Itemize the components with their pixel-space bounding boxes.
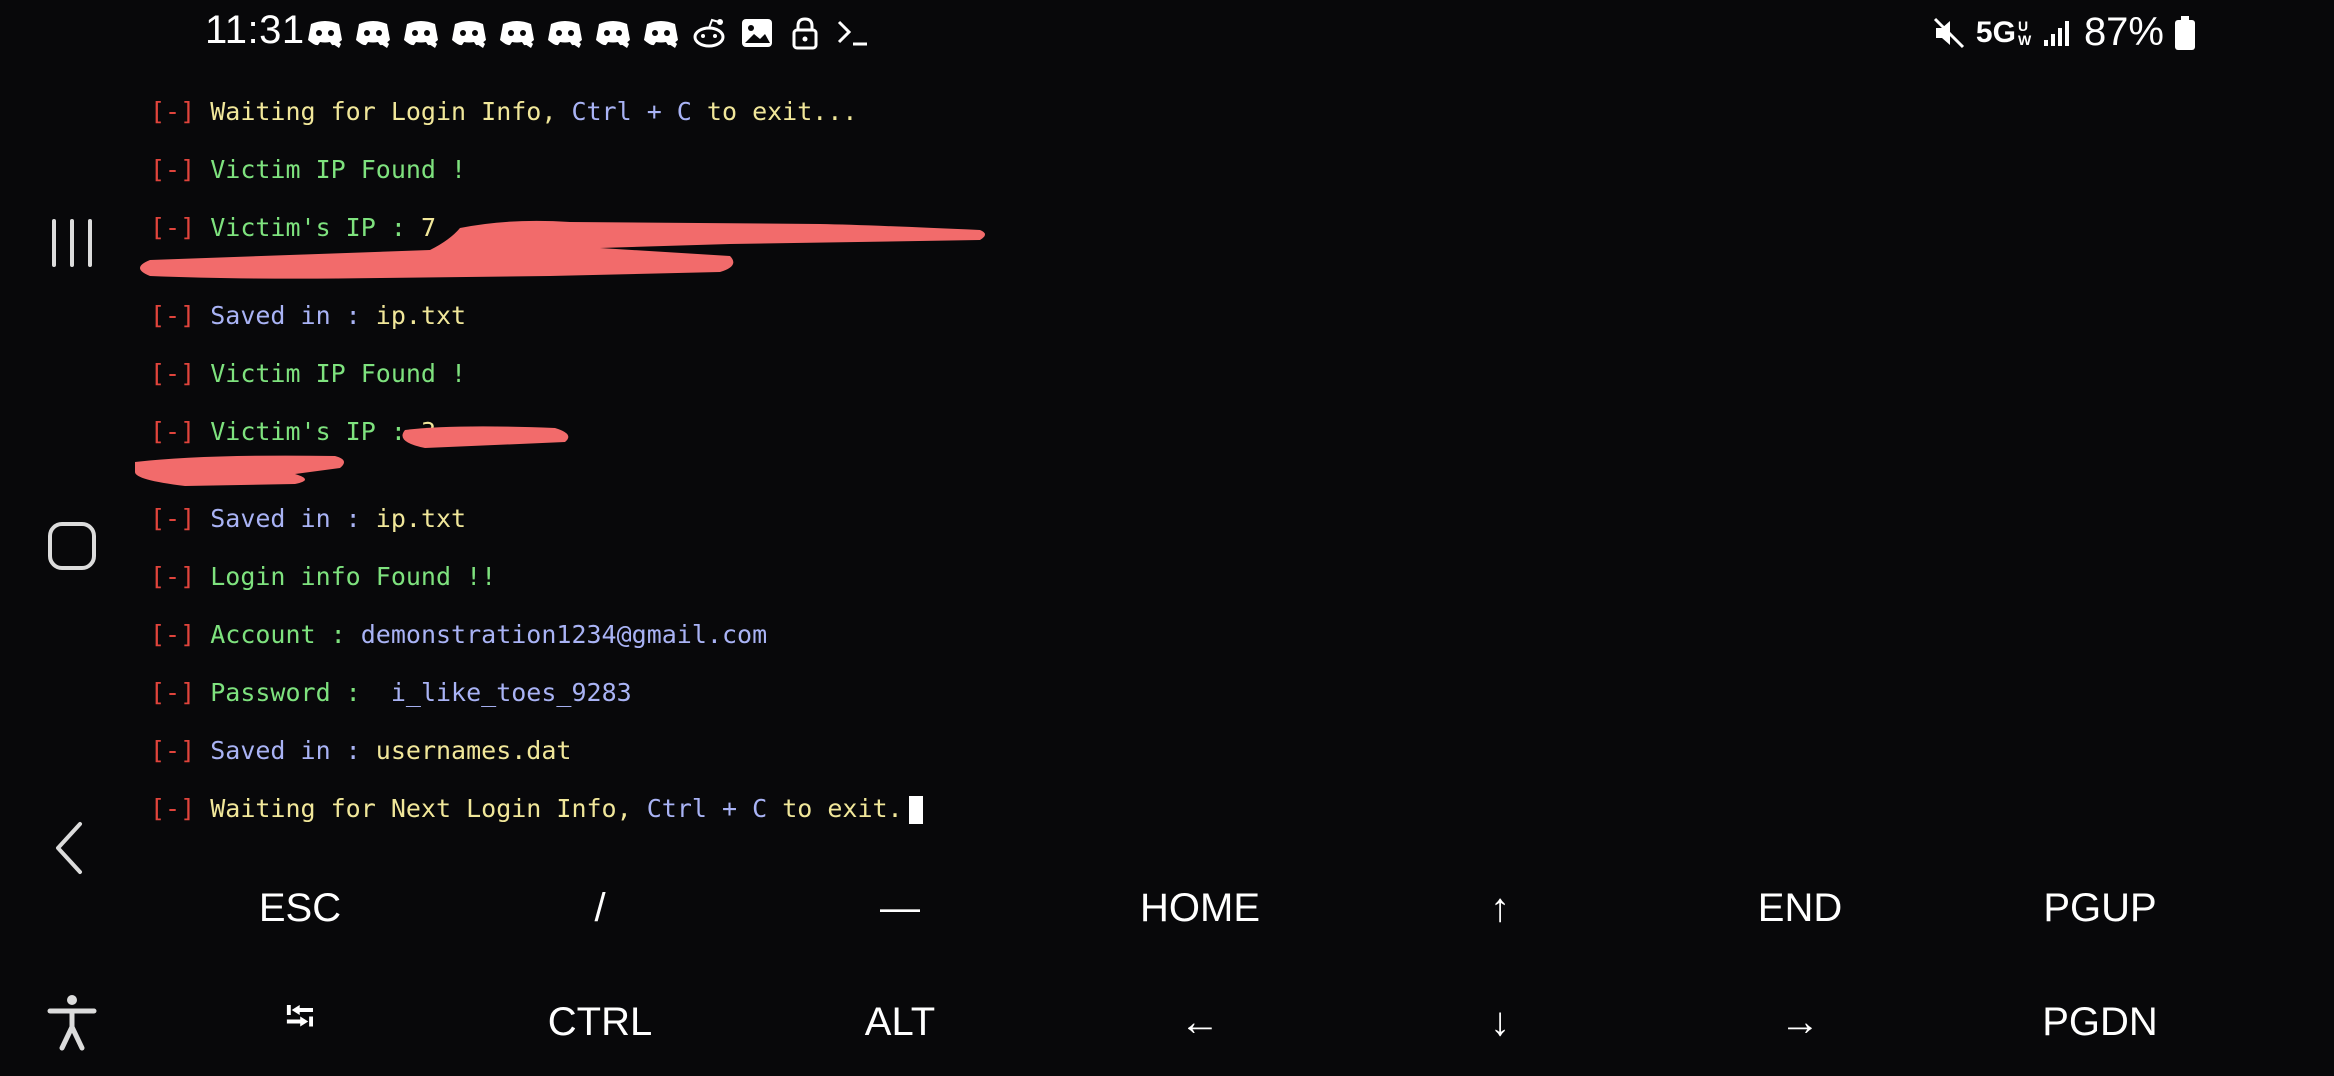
extra-keys-bar: ESC / — HOME ↑ END PGUP ⭾ CTRL ALT ← ↓ →… [150, 858, 2250, 1076]
key-pgdn[interactable]: PGDN [1950, 972, 2250, 1072]
accessibility-icon [47, 995, 97, 1051]
line-text: Password : [210, 678, 376, 707]
terminal-line: [-] Waiting for Next Login Info, Ctrl + … [150, 789, 923, 829]
line-text: Victim's IP : [210, 213, 421, 242]
terminal-line: [-] Saved in : ip.txt [150, 296, 466, 336]
recents-button[interactable] [42, 213, 102, 273]
text-cursor [908, 796, 923, 824]
line-text: Account : [210, 620, 361, 649]
discord-icon [500, 21, 534, 48]
line-prefix: [-] [150, 97, 196, 126]
discord-icon [404, 21, 438, 48]
password-value: i_like_toes_9283 [375, 678, 632, 707]
battery-icon [2175, 15, 2195, 50]
line-text: Victim IP Found ! [210, 359, 467, 388]
terminal-icon [837, 20, 867, 46]
line-keys: Ctrl + C [646, 794, 768, 823]
back-icon [56, 822, 82, 874]
line-prefix: [-] [150, 562, 196, 591]
back-button[interactable] [42, 818, 102, 878]
key-right[interactable]: → [1650, 972, 1950, 1072]
terminal-line: [-] Saved in : usernames.dat [150, 731, 571, 771]
status-right: 5G UW 87% [1932, 10, 2196, 55]
line-prefix: [-] [150, 504, 196, 533]
home-icon [48, 522, 96, 570]
reddit-icon [693, 18, 725, 48]
lock-icon [792, 17, 818, 50]
home-button[interactable] [42, 516, 102, 576]
file-name: ip.txt [375, 301, 467, 330]
line-keys: Ctrl + C [571, 97, 692, 126]
terminal-line: [-] Victim IP Found ! [150, 150, 466, 190]
terminal-line: [-] Login info Found !! [150, 557, 496, 597]
discord-icon [596, 21, 630, 48]
recents-icon [52, 219, 92, 267]
discord-icon [356, 21, 390, 48]
key-pgup[interactable]: PGUP [1950, 858, 2250, 958]
terminal-line: [-] Victim IP Found ! [150, 354, 466, 394]
line-prefix: [-] [150, 620, 196, 649]
key-dash[interactable]: — [750, 858, 1050, 958]
account-value: demonstration1234@gmail.com [360, 620, 768, 649]
notification-icons [305, 16, 873, 50]
key-slash[interactable]: / [450, 858, 750, 958]
gallery-icon [742, 19, 772, 47]
line-text: Login info Found !! [210, 562, 497, 591]
line-text: Victim IP Found ! [210, 155, 467, 184]
mute-icon [1933, 17, 1964, 48]
clock: 11:31 [205, 8, 305, 52]
terminal-line: [-] Victim's IP : 7 [150, 208, 436, 248]
line-text: Saved in : [210, 301, 376, 330]
line-prefix: [-] [150, 359, 196, 388]
terminal-line: [-] Waiting for Login Info, Ctrl + C to … [150, 92, 857, 132]
ip-value: 7 [420, 213, 436, 242]
key-esc[interactable]: ESC [150, 858, 450, 958]
discord-icon [308, 21, 342, 48]
line-prefix: [-] [150, 155, 196, 184]
key-alt[interactable]: ALT [750, 972, 1050, 1072]
file-name: usernames.dat [375, 736, 572, 765]
line-prefix: [-] [150, 301, 196, 330]
accessibility-button[interactable] [42, 992, 102, 1052]
status-bar: 11:31 5G UW 87% [0, 0, 2334, 70]
line-text-end: to exit. [767, 794, 903, 823]
line-text-end: to exit... [691, 97, 858, 126]
key-ctrl[interactable]: CTRL [450, 972, 750, 1072]
line-prefix: [-] [150, 213, 196, 242]
line-prefix: [-] [150, 794, 196, 823]
terminal-line: [-] Saved in : ip.txt [150, 499, 466, 539]
line-prefix: [-] [150, 736, 196, 765]
network-subtype: UW [2017, 17, 2032, 48]
key-left[interactable]: ← [1050, 972, 1350, 1072]
key-tab[interactable]: ⭾ [150, 972, 450, 1072]
terminal-line: [-] Victim's IP : 3 [150, 412, 436, 452]
key-down[interactable]: ↓ [1350, 972, 1650, 1072]
line-prefix: [-] [150, 678, 196, 707]
line-prefix: [-] [150, 417, 196, 446]
terminal-line: [-] Password : i_like_toes_9283 [150, 673, 632, 713]
line-text: Waiting for Next Login Info, [210, 794, 647, 823]
key-home[interactable]: HOME [1050, 858, 1350, 958]
discord-icon [644, 21, 678, 48]
line-text: Victim's IP : [210, 417, 421, 446]
discord-icon [548, 21, 582, 48]
key-end[interactable]: END [1650, 858, 1950, 958]
key-up[interactable]: ↑ [1350, 858, 1650, 958]
file-name: ip.txt [375, 504, 467, 533]
line-text: Saved in : [210, 504, 376, 533]
discord-icon [452, 21, 486, 48]
line-text: Saved in : [210, 736, 376, 765]
network-type: 5G [1975, 15, 2016, 49]
terminal-line: [-] Account : demonstration1234@gmail.co… [150, 615, 767, 655]
signal-icon [2043, 20, 2069, 46]
line-text: Waiting for Login Info, [210, 97, 572, 126]
battery-percent: 87% [2083, 10, 2164, 54]
ip-value: 3 [420, 417, 436, 446]
